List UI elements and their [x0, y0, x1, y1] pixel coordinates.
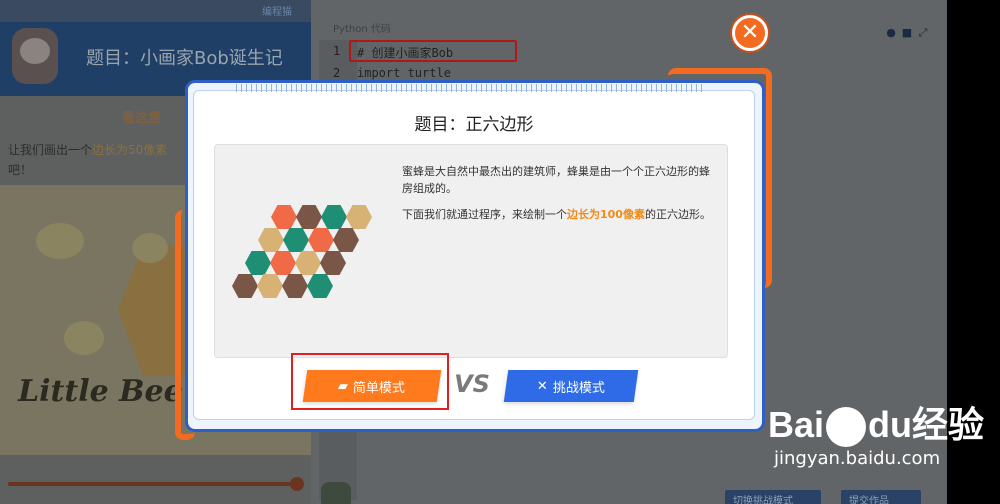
lesson-title: 题目：小画家Bob诞生记	[86, 48, 283, 69]
progress-slider[interactable]	[8, 477, 304, 491]
book-icon: ▰	[338, 378, 349, 394]
bee-icon	[36, 223, 84, 259]
paw-icon	[826, 407, 867, 448]
challenge-mode-label: 挑战模式	[552, 380, 605, 396]
camera-icon[interactable]: ■	[899, 26, 915, 39]
look-here-heading: 看这里	[122, 111, 162, 126]
baidu-jingyan-logo: Bai du经验	[768, 396, 984, 448]
switch-challenge-button[interactable]: 切换挑战模式	[725, 490, 821, 504]
lightbulb-icon[interactable]: ●	[883, 26, 899, 39]
modal-title: 题目：正六边形	[414, 115, 534, 135]
fullscreen-icon[interactable]: ⤢	[915, 26, 931, 40]
bee-icon	[132, 233, 168, 263]
submit-button[interactable]: 提交作品	[841, 490, 921, 504]
simple-mode-button[interactable]: ▰ 简单模式	[302, 370, 442, 402]
description-paragraph: 蜜蜂是大自然中最杰出的建筑师，蜂巢是由一个个正六边形的蜂房组成的。	[402, 165, 710, 195]
brand-text: 编程猫	[262, 7, 292, 18]
close-button[interactable]: ✕	[732, 15, 768, 51]
problem-description: 蜜蜂是大自然中最杰出的建筑师，蜂巢是由一个个正六边形的蜂房组成的。 下面我们就通…	[402, 163, 718, 223]
side-length-highlight: 边长为100像素	[567, 208, 645, 221]
frame-ruler	[236, 84, 706, 92]
watermark-url: jingyan.baidu.com	[774, 448, 941, 469]
lesson-header-strip: 编程猫	[0, 0, 311, 22]
code-tab[interactable]: Python 代码	[333, 20, 391, 35]
close-icon: ✕	[740, 20, 760, 45]
bee-icon	[64, 321, 104, 355]
mascot-avatar	[12, 28, 58, 84]
crossed-swords-icon: ✕	[537, 378, 548, 394]
challenge-mode-button[interactable]: ✕ 挑战模式	[503, 370, 639, 402]
code-line[interactable]: import turtle	[357, 66, 451, 80]
line-number: 1	[333, 44, 341, 58]
code-highlight-box	[349, 40, 517, 62]
code-toolbar: ● ■ ⤢	[883, 26, 931, 40]
description-paragraph: 下面我们就通过程序，来绘制一个边长为100像素的正六边形。	[402, 208, 711, 221]
robot-icon	[321, 482, 351, 504]
lesson-intro: 让我们画出一个边长为50像素 吧！	[8, 143, 168, 177]
baidu-watermark: Bai du经验 jingyan.baidu.com	[768, 396, 984, 469]
simple-mode-label: 简单模式	[353, 380, 406, 396]
little-bee-logo: Little Bee	[18, 374, 183, 409]
vs-label: VS	[454, 370, 490, 398]
line-number: 2	[333, 66, 341, 80]
